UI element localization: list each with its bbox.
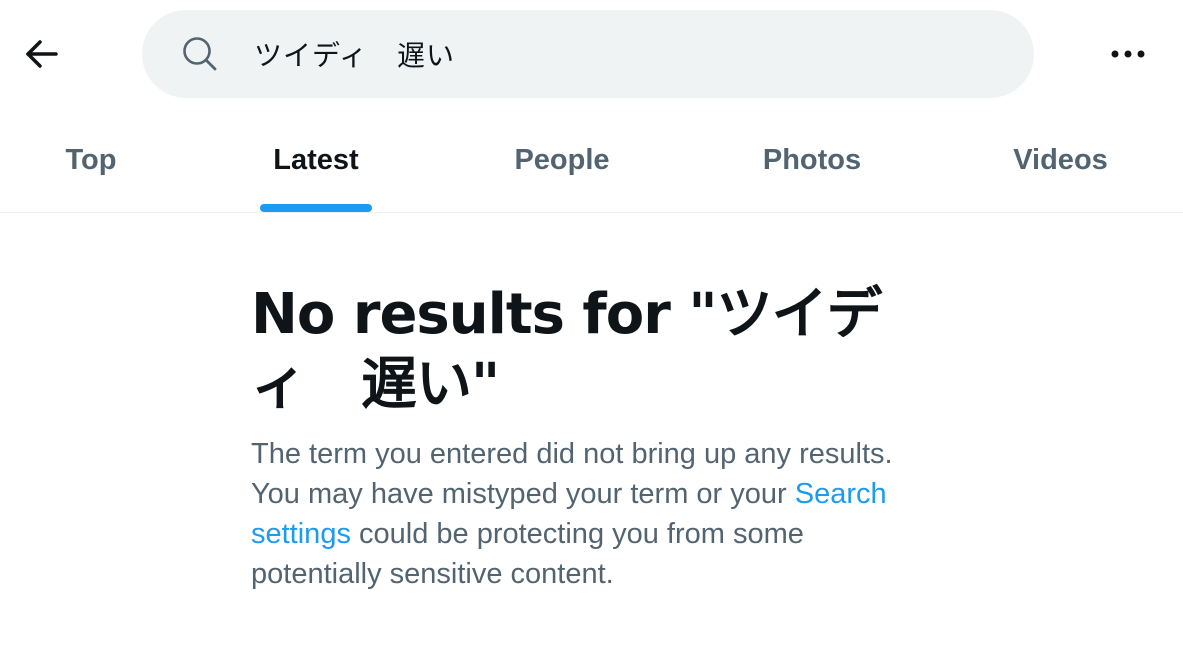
search-box[interactable] (142, 10, 1034, 98)
back-button[interactable] (14, 26, 70, 82)
tab-label: Latest (273, 143, 359, 176)
active-tab-indicator (260, 204, 372, 212)
tab-latest[interactable]: Latest (182, 108, 450, 212)
search-tabs: Top Latest People Photos Videos (0, 108, 1183, 213)
arrow-left-icon (26, 40, 58, 68)
search-icon (183, 37, 217, 71)
tab-people[interactable]: People (450, 108, 674, 212)
more-button[interactable] (1100, 26, 1156, 82)
more-horizontal-icon (1111, 50, 1145, 58)
search-header (0, 0, 1183, 108)
tab-label: Photos (762, 143, 862, 176)
empty-state-message: The term you entered did not bring up an… (251, 434, 931, 594)
empty-state-title: No results for "ツイディ 遅い" (251, 282, 883, 417)
tab-videos[interactable]: Videos (938, 108, 1183, 212)
tab-label: Videos (1013, 143, 1108, 176)
search-input[interactable] (254, 28, 994, 80)
search-results-page: Top Latest People Photos Videos No resul… (0, 0, 1183, 656)
tab-top[interactable]: Top (0, 108, 182, 212)
tab-photos[interactable]: Photos (686, 108, 938, 212)
tab-label: People (514, 143, 610, 176)
empty-state: No results for "ツイディ 遅い" The term you en… (251, 280, 931, 594)
tab-label: Top (65, 143, 117, 176)
